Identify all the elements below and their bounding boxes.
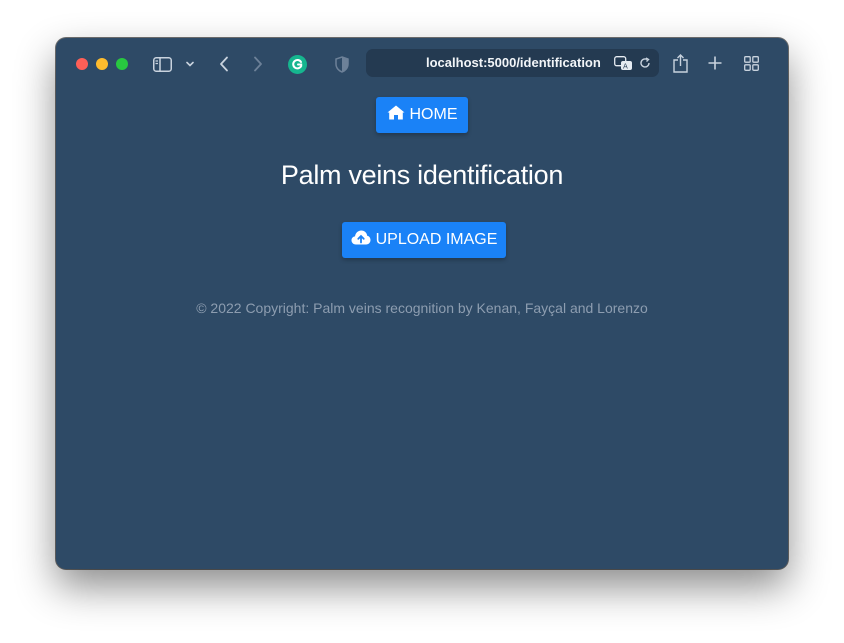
- address-bar[interactable]: localhost:5000/identification A: [366, 49, 659, 77]
- chevron-down-icon[interactable]: [184, 58, 196, 70]
- new-tab-icon[interactable]: [706, 54, 724, 72]
- sidebar-icon[interactable]: [152, 54, 172, 74]
- minimize-window-button[interactable]: [96, 58, 108, 70]
- translate-icon[interactable]: A: [613, 54, 633, 72]
- back-icon[interactable]: [216, 54, 232, 74]
- forward-icon[interactable]: [250, 54, 266, 74]
- grammarly-icon[interactable]: [287, 54, 307, 74]
- browser-toolbar: localhost:5000/identification A: [56, 38, 788, 90]
- tab-overview-icon[interactable]: [742, 54, 760, 72]
- cloud-upload-icon: [351, 230, 371, 250]
- upload-image-button[interactable]: UPLOAD IMAGE: [342, 222, 506, 258]
- home-button-label: HOME: [409, 106, 458, 123]
- url-text[interactable]: localhost:5000/identification: [426, 55, 601, 70]
- browser-window: localhost:5000/identification A HOME Pal…: [56, 38, 788, 569]
- shield-icon[interactable]: [334, 54, 350, 74]
- page-content: HOME Palm veins identification UPLOAD IM…: [56, 90, 788, 569]
- svg-text:A: A: [623, 62, 628, 70]
- close-window-button[interactable]: [76, 58, 88, 70]
- maximize-window-button[interactable]: [116, 58, 128, 70]
- home-icon: [387, 105, 405, 125]
- footer-copyright: © 2022 Copyright: Palm veins recognition…: [196, 300, 648, 316]
- upload-image-label: UPLOAD IMAGE: [375, 231, 498, 248]
- page-title: Palm veins identification: [280, 160, 564, 190]
- home-button[interactable]: HOME: [376, 97, 468, 133]
- reload-icon[interactable]: [638, 56, 652, 70]
- share-icon[interactable]: [671, 52, 689, 74]
